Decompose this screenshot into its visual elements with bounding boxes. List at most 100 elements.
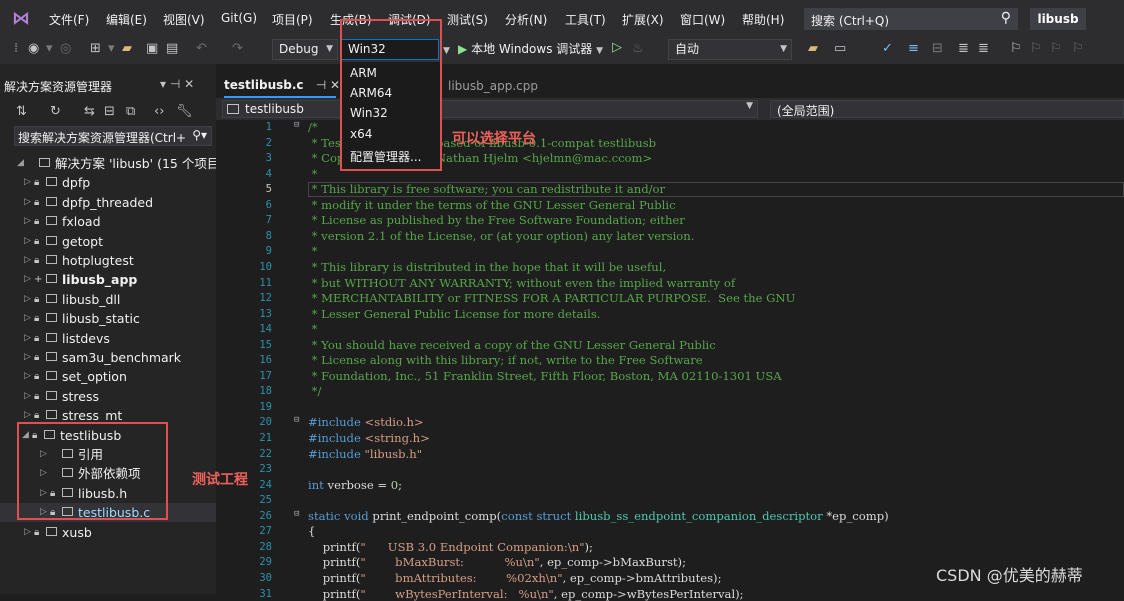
uncomment-icon[interactable]: ≣ — [978, 41, 989, 57]
menu-view[interactable]: 视图(V) — [163, 11, 205, 28]
collapsed-arrow-icon[interactable]: ▷ — [24, 290, 31, 309]
hot-reload-icon[interactable]: ♨ — [632, 41, 644, 57]
code-line: * License along with this library; if no… — [308, 353, 703, 367]
view-code-icon[interactable]: ‹› — [154, 104, 164, 120]
tree-project-listdevs[interactable]: ▷ 🔒︎ listdevs — [0, 329, 216, 348]
project-scope-select[interactable]: testlibusb ▼ — [222, 100, 758, 118]
solution-search-input[interactable]: 搜索解决方案资源管理器(Ctrl+ ⚲▾ — [14, 126, 212, 146]
menu-tools[interactable]: 工具(T) — [565, 11, 606, 28]
collapsed-arrow-icon[interactable]: ▷ — [24, 270, 31, 289]
format-icon[interactable]: ⊟ — [932, 41, 943, 57]
collapsed-arrow-icon[interactable]: ▷ — [24, 309, 31, 328]
new-project-icon[interactable]: ⊞ — [90, 41, 101, 57]
back-icon[interactable]: ◉ — [28, 41, 39, 57]
collapsed-arrow-icon[interactable]: ▷ — [24, 232, 31, 251]
bookmark-icon[interactable]: ⚐ — [1010, 41, 1022, 57]
chevron-down-icon[interactable]: ▼ — [443, 43, 450, 59]
start-without-debugging-icon[interactable]: ▷ — [612, 40, 622, 55]
history-icon[interactable]: ↻ — [50, 104, 61, 120]
tree-project-dpfp_threaded[interactable]: ▷ 🔒︎ dpfp_threaded — [0, 193, 216, 212]
code-token: * version 2.1 of the License, or (at you… — [308, 228, 695, 243]
save-all-icon[interactable]: ▤ — [166, 41, 178, 57]
menu-analyze[interactable]: 分析(N) — [505, 11, 547, 28]
menu-extensions[interactable]: 扩展(X) — [622, 11, 664, 28]
configuration-select[interactable]: Debug ▼ — [272, 39, 338, 60]
cpp-project-icon — [46, 216, 57, 226]
properties-wrench-icon[interactable]: 🔧︎ — [176, 104, 193, 120]
code-line: * modify it under the terms of the GNU L… — [308, 198, 676, 212]
forward-icon[interactable]: ◎ — [60, 41, 71, 57]
tab-testlibusb-c[interactable]: testlibusb.c ⊣ ✕ — [224, 78, 340, 92]
menu-git[interactable]: Git(G) — [221, 11, 257, 25]
lock-icon: 🔒︎ — [34, 390, 40, 402]
code-token: * This library is free software; you can… — [308, 182, 666, 197]
lock-icon: 🔒︎ — [34, 293, 40, 305]
tree-project-stress[interactable]: ▷ 🔒︎ stress — [0, 387, 216, 406]
collapsed-arrow-icon[interactable]: ▷ — [24, 212, 31, 231]
collapse-all-icon[interactable]: ⊟ — [104, 104, 115, 120]
clear-bookmarks-icon[interactable]: ⚐ — [1072, 41, 1084, 57]
tree-project-libusb_static[interactable]: ▷ 🔒︎ libusb_static — [0, 309, 216, 328]
dropdown-arrow-icon[interactable]: ▾ — [108, 41, 115, 57]
collapsed-arrow-icon[interactable]: ▷ — [24, 387, 31, 406]
start-debugging-button[interactable]: ▶ 本地 Windows 调试器 ▼ — [458, 40, 603, 57]
tab-libusb-app-cpp[interactable]: libusb_app.cpp — [448, 79, 538, 93]
menu-project[interactable]: 项目(P) — [272, 11, 313, 28]
expanded-arrow-icon[interactable]: ◢ — [17, 154, 24, 173]
collapsed-arrow-icon[interactable]: ▷ — [24, 173, 31, 192]
project-scope-value: testlibusb — [245, 102, 304, 116]
spell-check-icon[interactable]: ✓ — [882, 41, 893, 57]
comment-icon[interactable]: ≣ — [958, 41, 969, 57]
code-editor[interactable]: 1/* 2 * Test suite program based of libus… — [216, 120, 1124, 601]
fold-toggle-icon[interactable]: ⊟ — [294, 415, 299, 425]
collapsed-arrow-icon[interactable]: ▷ — [24, 367, 31, 386]
menu-file[interactable]: 文件(F) — [49, 11, 89, 28]
save-icon[interactable]: ▣ — [146, 41, 158, 57]
solution-explorer-title: 解决方案资源管理器 — [4, 80, 113, 94]
tree-project-dpfp[interactable]: ▷ 🔒︎ dpfp — [0, 173, 216, 192]
dropdown-arrow-icon[interactable]: ▾ — [46, 41, 53, 57]
menu-edit[interactable]: 编辑(E) — [106, 11, 147, 28]
align-icon[interactable]: ≡ — [908, 41, 919, 57]
window-icon[interactable]: ▭ — [834, 41, 846, 57]
collapsed-arrow-icon[interactable]: ▷ — [24, 348, 31, 367]
global-scope-select[interactable]: (全局范围) — [770, 100, 1124, 118]
collapsed-arrow-icon[interactable]: ▷ — [24, 329, 31, 348]
next-bookmark-icon[interactable]: ⚐ — [1050, 41, 1062, 57]
collapsed-arrow-icon[interactable]: ▷ — [24, 251, 31, 270]
switch-views-icon[interactable]: ⇆ — [84, 104, 95, 120]
fold-toggle-icon[interactable]: ⊟ — [294, 120, 299, 130]
tree-project-xusb[interactable]: ▷ 🔒︎ xusb — [0, 523, 216, 542]
fold-toggle-icon[interactable]: ⊟ — [294, 509, 299, 519]
tree-project-libusb_app[interactable]: ▷ + libusb_app — [0, 270, 216, 289]
solution-config-select[interactable]: 自动 ▼ — [668, 39, 792, 60]
line-number: 13 — [259, 307, 272, 320]
tree-item-label: libusb_app — [62, 272, 138, 288]
tree-project-hotplugtest[interactable]: ▷ 🔒︎ hotplugtest — [0, 251, 216, 270]
tree-project-libusb_dll[interactable]: ▷ 🔒︎ libusb_dll — [0, 290, 216, 309]
menu-window[interactable]: 窗口(W) — [680, 11, 725, 28]
search-input[interactable]: 搜索 (Ctrl+Q) ⚲ — [804, 8, 1018, 30]
code-token: const struct — [501, 508, 575, 523]
folder-icon[interactable]: ▰ — [808, 41, 818, 57]
panel-pin-close-icons[interactable]: ▾ ⊣ ✕ — [160, 77, 194, 91]
tab-pin-close-icons[interactable]: ⊣ ✕ — [316, 78, 340, 92]
sync-icon[interactable]: ⇅ — [16, 104, 27, 120]
tree-project-fxload[interactable]: ▷ 🔒︎ fxload — [0, 212, 216, 231]
menu-help[interactable]: 帮助(H) — [742, 11, 784, 28]
collapsed-arrow-icon[interactable]: ▷ — [24, 193, 31, 212]
collapsed-arrow-icon[interactable]: ▷ — [24, 523, 31, 542]
redo-icon[interactable]: ↷ — [232, 41, 243, 57]
open-folder-icon[interactable]: ▰ — [122, 41, 132, 57]
prev-bookmark-icon[interactable]: ⚐ — [1030, 41, 1042, 57]
show-all-files-icon[interactable]: ⧉ — [126, 104, 135, 120]
code-token: * License along with this library; if no… — [308, 353, 703, 368]
menu-test[interactable]: 测试(S) — [447, 11, 488, 28]
undo-icon[interactable]: ↶ — [196, 41, 207, 57]
platform-highlight-box — [340, 19, 442, 171]
visual-studio-logo-icon[interactable]: ⋈ — [12, 9, 38, 29]
tree-project-getopt[interactable]: ▷ 🔒︎ getopt — [0, 232, 216, 251]
tree-project-sam3u_benchmark[interactable]: ▷ 🔒︎ sam3u_benchmark — [0, 348, 216, 367]
tree-solution-root[interactable]: ◢ 解决方案 'libusb' (15 个项目, 共 — [0, 154, 240, 173]
tree-project-set_option[interactable]: ▷ 🔒︎ set_option — [0, 367, 216, 386]
